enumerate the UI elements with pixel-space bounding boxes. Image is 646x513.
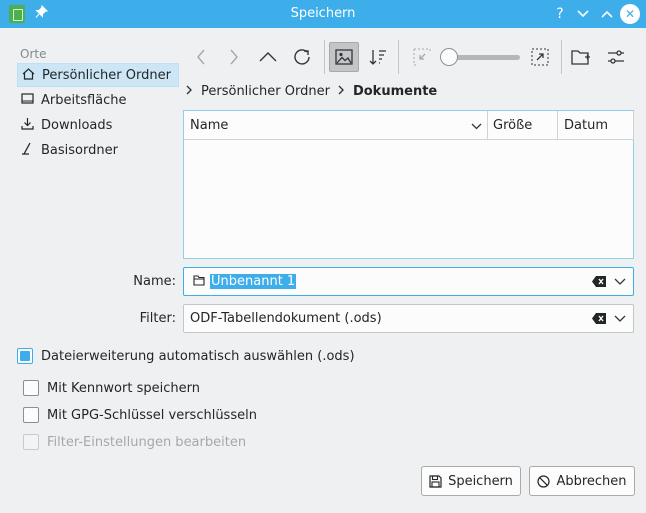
name-label: Name:	[133, 274, 176, 289]
cancel-button[interactable]: Abbrechen	[529, 466, 635, 496]
auto-extension-checkbox[interactable]: Dateierweiterung automatisch auswählen (…	[17, 348, 355, 364]
column-date[interactable]: Datum	[558, 111, 634, 140]
options-icon[interactable]	[601, 42, 631, 72]
sort-icon[interactable]	[363, 42, 393, 72]
filter-settings-checkbox: Filter-Einstellungen bearbeiten	[23, 434, 246, 450]
minimize-icon[interactable]	[572, 3, 594, 25]
place-downloads[interactable]: Downloads	[17, 113, 179, 137]
name-combo[interactable]: Unbenannt 1	[183, 267, 634, 296]
gpg-checkbox[interactable]: Mit GPG-Schlüssel verschlüsseln	[23, 407, 257, 423]
zoom-in-icon[interactable]	[525, 42, 555, 72]
checkbox-label: Dateierweiterung automatisch auswählen (…	[41, 348, 355, 364]
file-list-header: Name Größe Datum	[184, 111, 634, 140]
checkbox-box[interactable]	[17, 348, 33, 364]
zoom-slider-track[interactable]	[448, 55, 520, 60]
home-icon	[22, 67, 42, 83]
breadcrumb-current[interactable]: Dokumente	[353, 84, 437, 99]
place-label: Persönlicher Ordner	[42, 67, 171, 83]
clear-icon[interactable]	[591, 275, 607, 288]
places-heading: Orte	[20, 47, 47, 61]
preview-icon[interactable]	[329, 42, 359, 72]
checkbox-box[interactable]	[23, 407, 39, 423]
place-label: Arbeitsfläche	[41, 92, 127, 108]
sort-chevron-down-icon	[471, 119, 482, 134]
filter-label: Filter:	[139, 311, 176, 326]
parent-folder-icon[interactable]	[253, 42, 283, 72]
place-desktop[interactable]: Arbeitsfläche	[17, 88, 179, 112]
save-icon	[429, 474, 442, 488]
back-icon[interactable]	[186, 42, 216, 72]
maximize-icon[interactable]	[596, 3, 618, 25]
new-folder-icon[interactable]	[566, 42, 596, 72]
help-icon[interactable]: ?	[549, 3, 571, 25]
place-label: Basisordner	[41, 142, 118, 158]
chevron-down-icon[interactable]	[613, 274, 627, 288]
reload-icon[interactable]	[287, 42, 317, 72]
checkbox-box	[23, 434, 39, 450]
chevron-right-icon	[186, 85, 193, 98]
place-root[interactable]: Basisordner	[17, 138, 179, 162]
folder-icon	[193, 274, 207, 289]
chevron-down-icon[interactable]	[613, 311, 627, 325]
cancel-button-label: Abbrechen	[556, 473, 627, 489]
breadcrumb-parent[interactable]: Persönlicher Ordner	[201, 84, 330, 99]
zoom-slider-handle[interactable]	[440, 48, 458, 66]
cancel-icon	[537, 474, 551, 488]
place-label: Downloads	[41, 117, 113, 133]
title-bar: Speichern ? ✕	[0, 0, 646, 28]
checkbox-box[interactable]	[23, 380, 39, 396]
password-checkbox[interactable]: Mit Kennwort speichern	[23, 380, 200, 396]
file-list[interactable]: Name Größe Datum	[183, 110, 634, 259]
checkbox-label: Filter-Einstellungen bearbeiten	[47, 434, 247, 450]
breadcrumb: Persönlicher Ordner Dokumente	[186, 84, 437, 99]
column-size[interactable]: Größe	[487, 111, 557, 140]
save-button-label: Speichern	[448, 473, 513, 489]
download-icon	[21, 117, 41, 133]
name-input[interactable]: Unbenannt 1	[210, 274, 297, 289]
filter-combo[interactable]: ODF-Tabellendokument (.ods)	[183, 304, 634, 333]
place-home[interactable]: Persönlicher Ordner	[17, 63, 179, 87]
checkbox-label: Mit Kennwort speichern	[47, 380, 200, 396]
column-name[interactable]: Name	[184, 111, 487, 140]
root-folder-icon	[21, 142, 41, 158]
close-icon[interactable]: ✕	[620, 4, 640, 24]
zoom-out-icon[interactable]	[407, 42, 437, 72]
checkbox-label: Mit GPG-Schlüssel verschlüsseln	[47, 407, 257, 423]
save-button[interactable]: Speichern	[421, 466, 521, 496]
filter-value[interactable]: ODF-Tabellendokument (.ods)	[190, 311, 382, 326]
clear-icon[interactable]	[591, 312, 607, 325]
desktop-icon	[21, 92, 41, 108]
forward-icon[interactable]	[219, 42, 249, 72]
chevron-right-icon	[338, 85, 345, 98]
